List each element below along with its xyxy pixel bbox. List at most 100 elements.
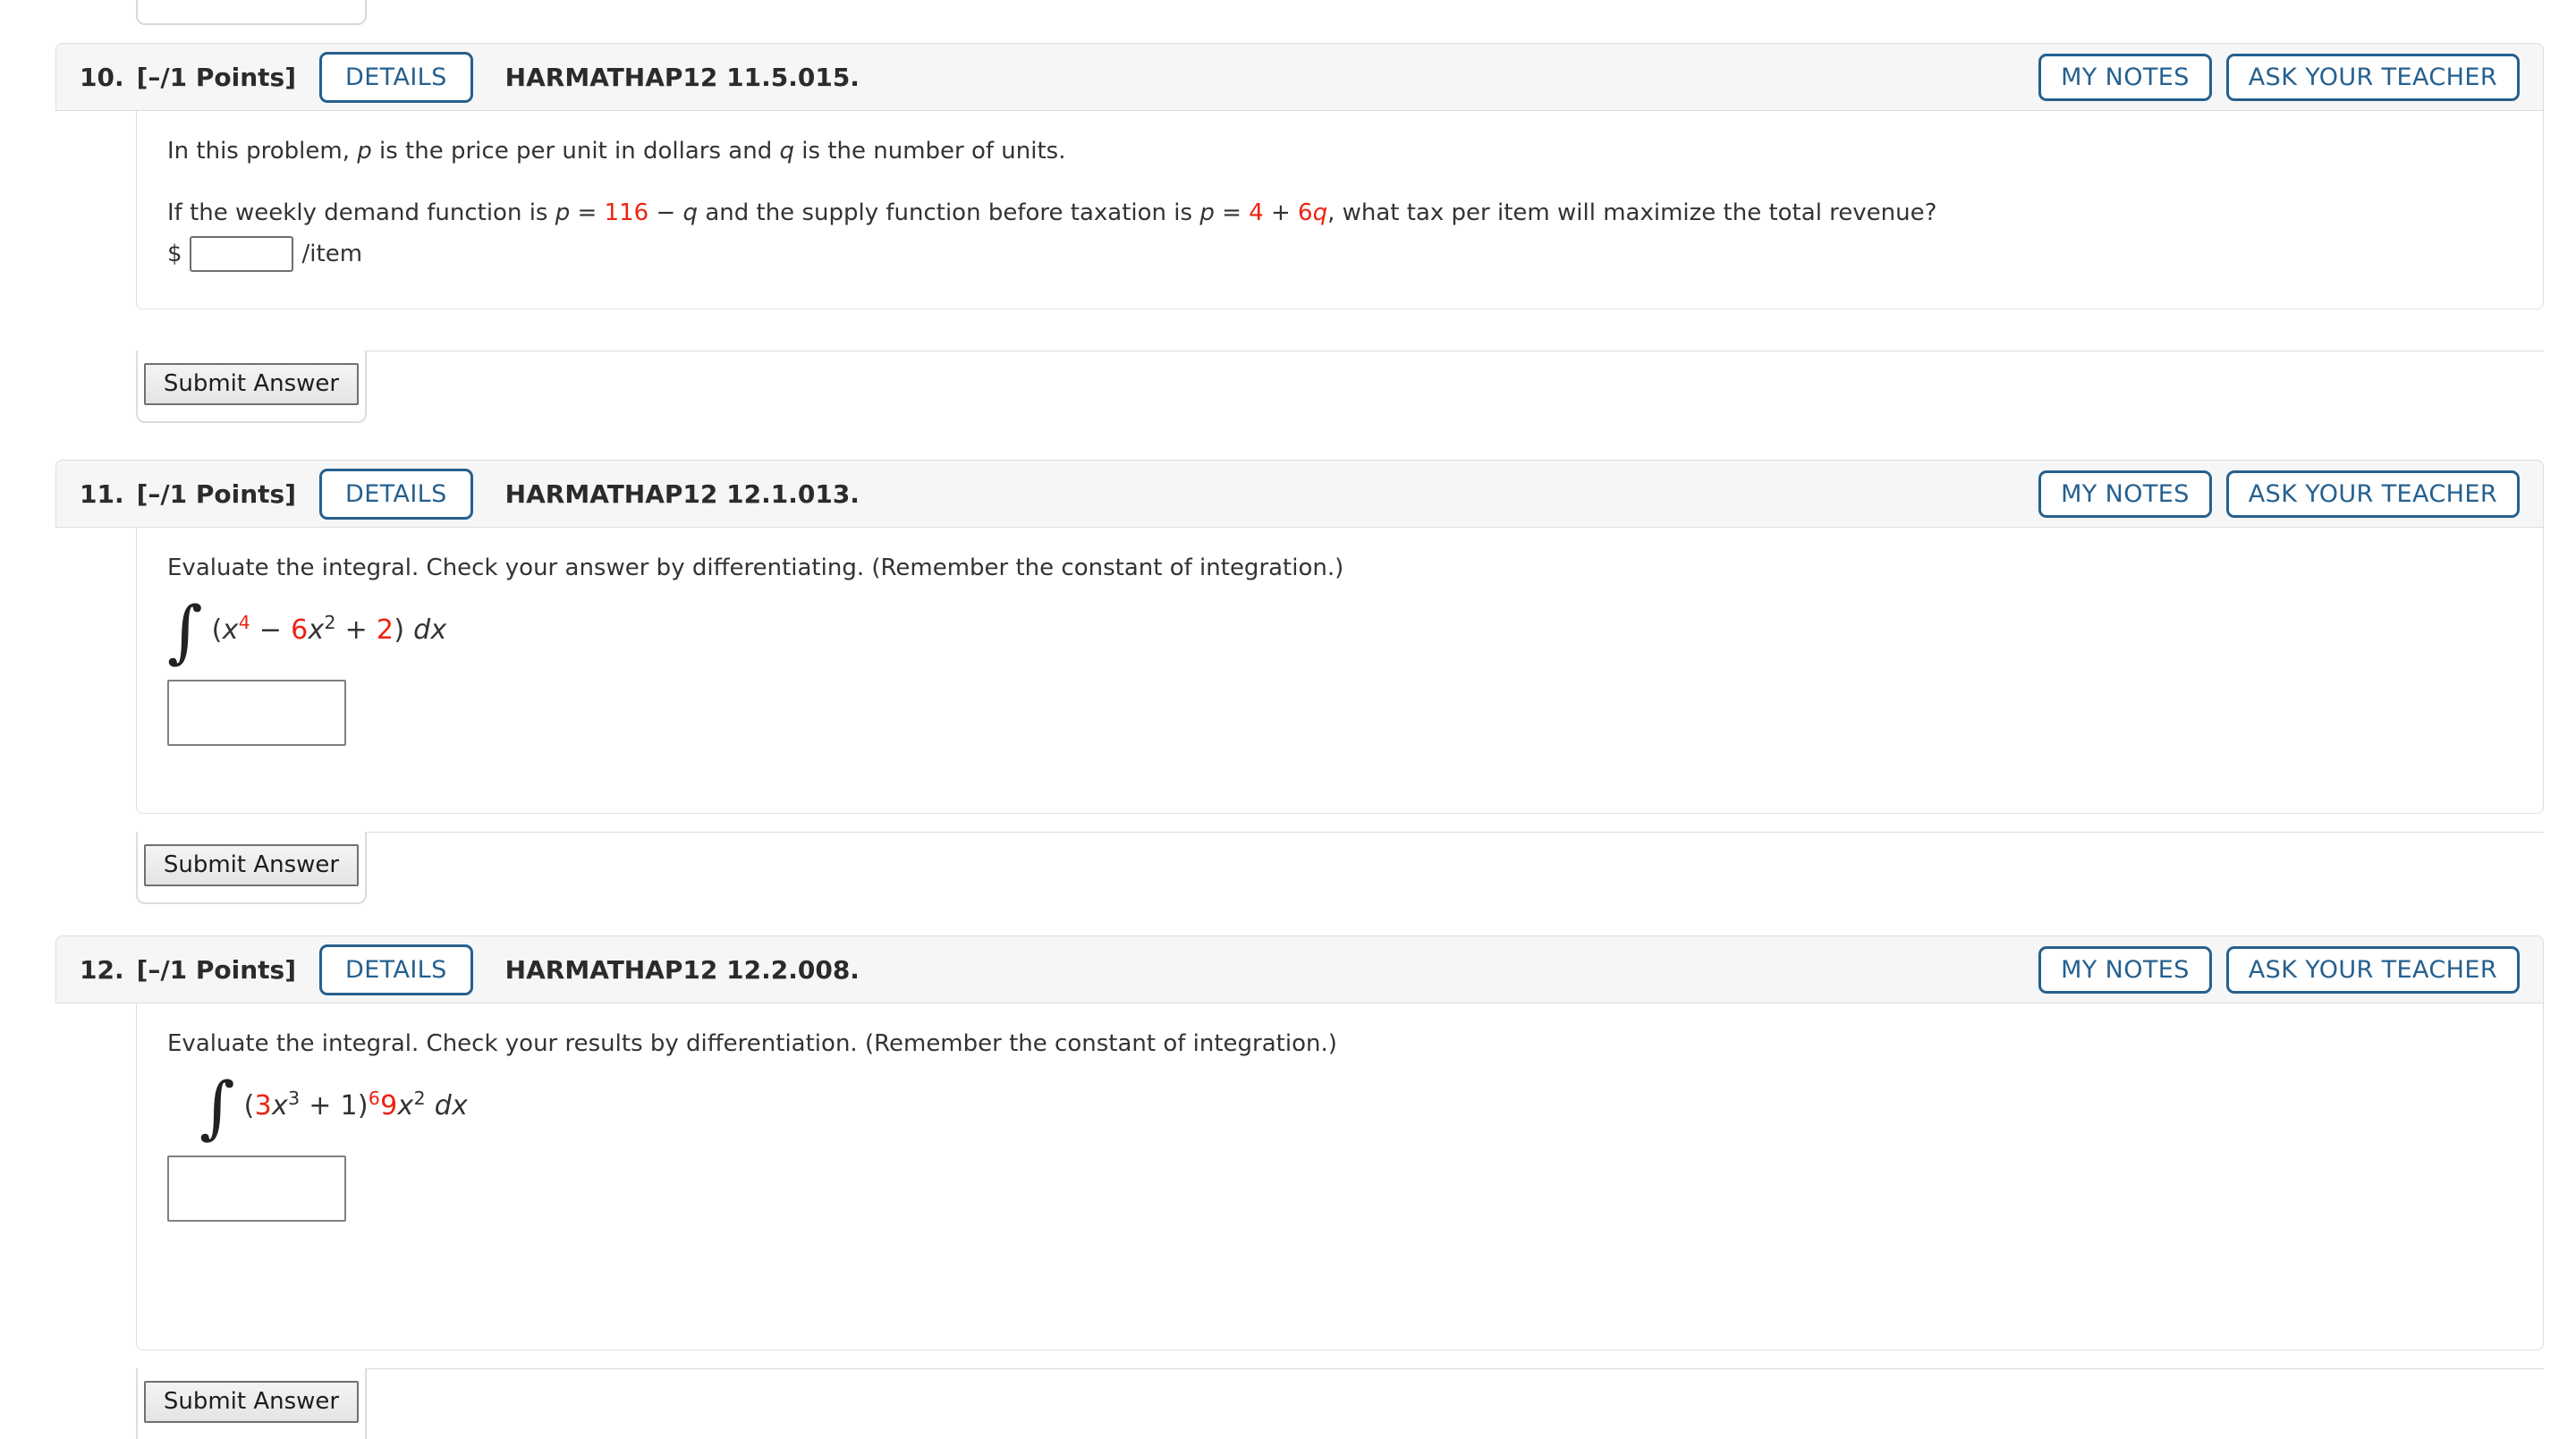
problem-body-11: Evaluate the integral. Check your answer… [136,528,2544,814]
problem-card-12: 12. [–/1 Points] DETAILS HARMATHAP12 12.… [55,935,2544,1350]
value-6: 6 [1298,199,1313,226]
eq1: = [570,199,605,226]
seg1: If the weekly demand function is [167,199,555,226]
exponent-3: 3 [288,1087,301,1109]
var-p: p [357,138,372,165]
var-q: q [779,138,795,165]
stmt-mid: is the price per unit in dollars and [371,138,780,165]
answer-input-10[interactable] [189,236,293,272]
problem-number-11: 11. [80,478,124,509]
coef-3: 3 [254,1089,273,1122]
op1: − [648,199,683,226]
submit-answer-button-11[interactable]: Submit Answer [143,844,360,886]
integral-expression-12: ∫ (3x3 + 1)69x2 dx [167,1067,2543,1147]
submit-answer-button-12[interactable]: Submit Answer [143,1381,360,1423]
paren-close: ) [394,614,414,646]
problem-code-11: HARMATHAP12 12.1.013. [504,478,860,509]
integrand-12: (3x3 + 1)69x2 dx [243,1087,469,1122]
var-q-supply: q [1312,199,1328,226]
differential-dx: dx [413,614,447,646]
seg3: , what tax per item will maximize the to… [1327,199,1937,226]
header-actions-12: MY NOTES ASK YOUR TEACHER [2038,945,2520,994]
minus-op: − [250,614,292,646]
var-x-2: x [308,614,325,646]
var-p-demand: p [555,199,571,226]
eq2: = [1214,199,1250,226]
header-actions-11: MY NOTES ASK YOUR TEACHER [2038,470,2520,518]
submit-divider-11 [367,832,2544,833]
problem-code-10: HARMATHAP12 11.5.015. [504,62,860,92]
const-2: 2 [376,614,394,646]
var-x-1: x [272,1089,289,1122]
seg2: and the supply function before taxation … [698,199,1200,226]
answer-row-12 [167,1155,2543,1222]
coef-9: 9 [380,1089,398,1122]
problem-code-12: HARMATHAP12 12.2.008. [504,954,860,985]
dollar-sign-label: $ [167,241,182,267]
problem-points-12: [–/1 Points] [136,954,296,985]
my-notes-button-10[interactable]: MY NOTES [2038,53,2212,101]
plus-op: + [335,614,377,646]
value-116: 116 [604,199,649,226]
var-x-1: x [222,614,239,646]
problem-header-11: 11. [–/1 Points] DETAILS HARMATHAP12 12.… [55,460,2544,528]
exponent-2: 2 [413,1087,426,1109]
answer-input-12[interactable] [167,1155,346,1222]
coef-6: 6 [291,614,309,646]
answer-row-11 [167,679,2543,746]
differential-dx: dx [434,1089,469,1122]
integral-sign-icon: ∫ [167,591,203,671]
previous-submit-container-stub [136,0,367,25]
submit-container-11: Submit Answer [136,832,367,904]
ask-your-teacher-button-12[interactable]: ASK YOUR TEACHER [2225,945,2520,994]
submit-answer-button-10[interactable]: Submit Answer [143,363,360,405]
problem-number-10: 10. [80,62,124,92]
exponent-4: 4 [238,611,250,633]
exponent-2: 2 [324,611,336,633]
value-4: 4 [1249,199,1264,226]
paren-close: ) [357,1089,369,1122]
problem-points-11: [–/1 Points] [136,478,296,509]
problem-card-10: 10. [–/1 Points] DETAILS HARMATHAP12 11.… [55,43,2544,309]
my-notes-button-12[interactable]: MY NOTES [2038,945,2212,994]
my-notes-button-11[interactable]: MY NOTES [2038,470,2212,518]
details-button-12[interactable]: DETAILS [319,944,473,995]
ask-your-teacher-button-11[interactable]: ASK YOUR TEACHER [2225,470,2520,518]
problem-header-12: 12. [–/1 Points] DETAILS HARMATHAP12 12.… [55,935,2544,1003]
header-actions-10: MY NOTES ASK YOUR TEACHER [2038,53,2520,101]
var-p-supply: p [1199,199,1215,226]
problem-statement-10-line1: In this problem, p is the price per unit… [167,134,2543,169]
problem-body-12: Evaluate the integral. Check your result… [136,1003,2544,1350]
answer-input-11[interactable] [167,679,346,746]
submit-divider-12 [367,1368,2544,1369]
details-button-11[interactable]: DETAILS [319,468,473,520]
stmt-pre: In this problem, [167,138,358,165]
problem-points-10: [–/1 Points] [136,62,296,92]
plus-op: + [300,1089,341,1122]
var-x-2: x [397,1089,414,1122]
ask-your-teacher-button-10[interactable]: ASK YOUR TEACHER [2225,53,2520,101]
per-item-label: /item [301,241,363,267]
submit-container-12: Submit Answer [136,1368,367,1439]
problem-statement-10-line2: If the weekly demand function is p = 116… [167,196,2543,231]
outer-power-6: 6 [368,1087,381,1109]
problem-number-12: 12. [80,954,124,985]
submit-container-10: Submit Answer [136,351,367,423]
paren-open: ( [243,1089,255,1122]
paren-open: ( [211,614,223,646]
problem-statement-12: Evaluate the integral. Check your result… [167,1030,1337,1057]
integral-expression-11: ∫ (x4 − 6x2 + 2) dx [167,591,2543,671]
problem-statement-11: Evaluate the integral. Check your answer… [167,554,1344,581]
problem-card-11: 11. [–/1 Points] DETAILS HARMATHAP12 12.… [55,460,2544,814]
const-1: 1 [340,1089,358,1122]
stmt-post: is the number of units. [794,138,1066,165]
answer-row-10: $ /item [167,236,2543,272]
var-q-demand: q [682,199,699,226]
problem-body-10: In this problem, p is the price per unit… [136,111,2544,309]
op2: + [1263,199,1299,226]
integrand-11: (x4 − 6x2 + 2) dx [212,614,447,646]
details-button-10[interactable]: DETAILS [319,51,473,103]
integral-sign-icon: ∫ [199,1067,235,1147]
problem-header-10: 10. [–/1 Points] DETAILS HARMATHAP12 11.… [55,43,2544,111]
